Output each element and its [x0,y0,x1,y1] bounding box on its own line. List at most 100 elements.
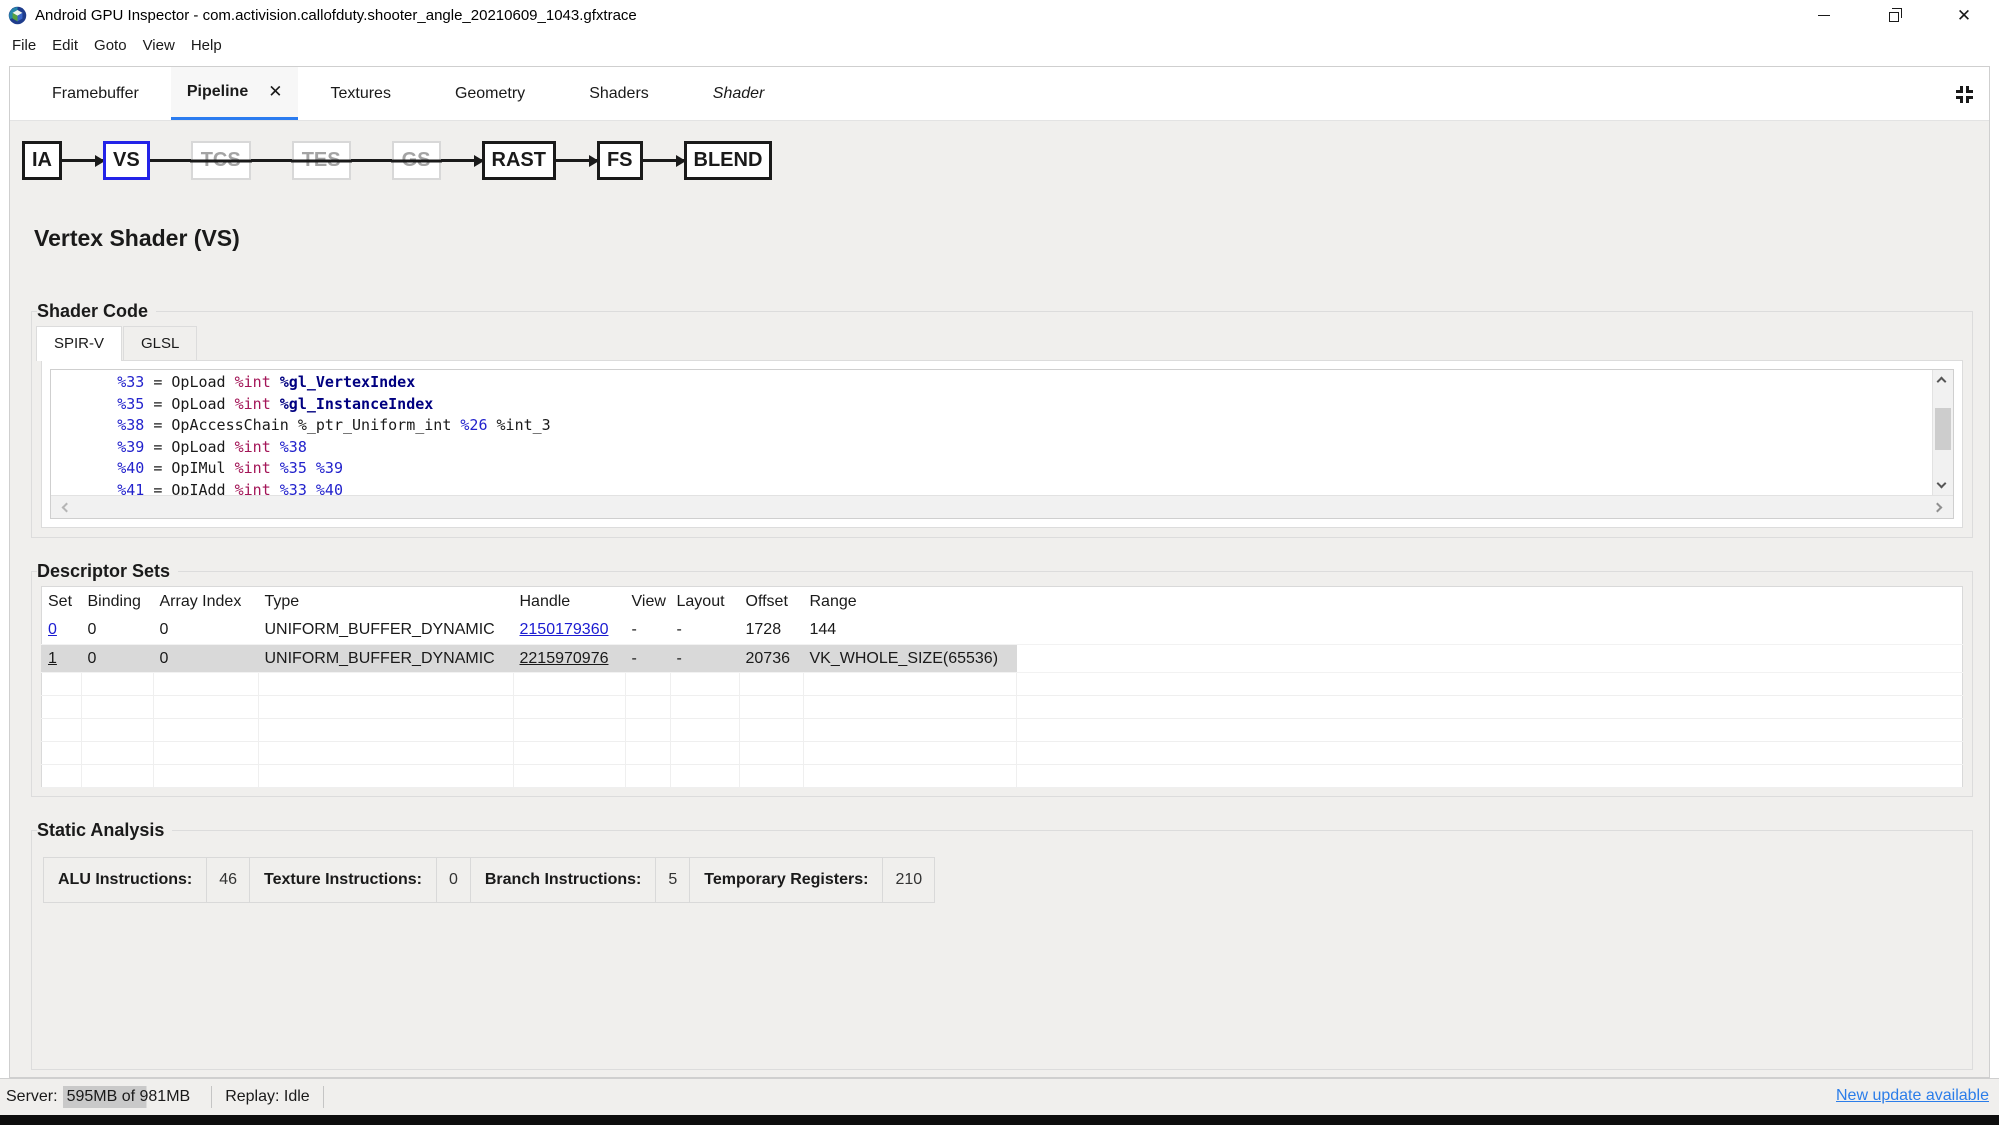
status-separator [211,1086,213,1108]
binding-cell: 0 [81,644,154,673]
shader-lang-tab-spir-v[interactable]: SPIR-V [36,326,123,361]
minimize-button[interactable] [1789,0,1859,30]
pipeline-stage-vs[interactable]: VS [103,141,150,180]
bottom-edge-strip [0,1115,1999,1125]
column-header-offset: Offset [745,592,788,610]
code-line: %40 = OpIMul %int %35 %39 [117,459,343,477]
menu-bar: File Edit Goto View Help [0,30,1999,60]
collapse-panes-icon[interactable] [1956,86,1973,103]
server-label: Server: [6,1088,58,1105]
tab-bar: Framebuffer Pipeline ✕ Textures Geometry Shad… [10,67,1989,121]
stat-label: ALU Instructions: [44,858,208,902]
horizontal-scrollbar[interactable] [51,495,1953,518]
set-link[interactable]: 0 [48,621,57,638]
pipeline-stage-tes[interactable]: TES [291,141,351,180]
menu-item-edit[interactable]: Edit [44,33,86,58]
column-header-array-index: Array Index [159,592,242,610]
descriptor-set-row[interactable]: 0 0 0 UNIFORM_BUFFER_DYNAMIC 2150179360- -172… [41,616,1963,645]
tab-geometry[interactable]: Geometry [423,67,557,120]
static-analysis-section: Static Analysis ALU Instructions: 46 Textu… [31,820,1973,1070]
handle-link[interactable]: 2150179360 [520,621,609,638]
array-index-cell: 0 [153,616,259,645]
status-bar: Server: 595MB of 981MB Replay: Idle New … [0,1078,1999,1115]
pipeline-stage-tcs[interactable]: TCS [190,141,251,180]
window-controls: ✕ [1789,0,1999,30]
stat-label: Temporary Registers: [690,858,884,902]
pipeline-stage-rast[interactable]: RAST [481,141,556,180]
descriptor-sets-section-title: Descriptor Sets [37,561,171,581]
pipeline-stage-blend[interactable]: BLEND [683,141,773,180]
static-analysis-section-title: Static Analysis [37,820,165,840]
code-line: %39 = OpLoad %int %38 [117,437,307,456]
view-cell: - [625,644,671,673]
pipeline-stage-ia[interactable]: IA [22,141,62,180]
vertical-scrollbar[interactable] [1932,370,1953,495]
code-line: %33 = OpLoad %int %gl_VertexIndex [117,373,416,391]
restore-icon [1889,7,1903,22]
handle-cell: 2215970976 [513,644,626,673]
scroll-left-icon[interactable] [61,502,72,513]
pipeline-connector [350,159,392,162]
agi-logo-icon [8,6,27,24]
menu-item-file[interactable]: File [4,33,44,58]
close-button[interactable]: ✕ [1929,0,1999,30]
stat-value: 0 [437,858,471,902]
spirv-code-text[interactable]: %33 = OpLoad %int %gl_VertexIndex %35 = … [51,370,1932,495]
column-header-layout: Layout [676,592,725,610]
stat-value: 5 [656,858,691,902]
scroll-up-icon[interactable] [1936,376,1947,387]
close-icon: ✕ [1956,5,1972,25]
range-cell: 144 [803,616,1017,645]
set-link[interactable]: 1 [48,650,57,667]
descriptor-set-row[interactable]: 1 0 0 UNIFORM_BUFFER_DYNAMIC 2215970976- -207… [41,644,1963,673]
tab-label: Shaders [589,84,649,102]
shader-code-section-title: Shader Code [37,301,149,321]
menu-item-help[interactable]: Help [183,33,230,58]
menu-item-goto[interactable]: Goto [86,33,135,58]
pipeline-connector [149,159,191,162]
filler-cell [1016,616,1963,645]
range-cell: VK_WHOLE_SIZE(65536) [803,644,1017,673]
stat-label: Branch Instructions: [471,858,657,902]
array-index-cell: 0 [153,644,259,673]
pipeline-stage-gs[interactable]: GS [391,141,441,180]
tab-textures[interactable]: Textures [298,67,422,120]
window-title: Android GPU Inspector - com.activision.c… [35,6,637,24]
table-header-row: Set Binding Array Index Type Handle View Layou… [42,587,1963,617]
main-panel: Framebuffer Pipeline ✕ Textures Geometry Shad… [9,66,1990,1078]
app-window: Android GPU Inspector - com.activision.c… [0,0,1999,1125]
tab-framebuffer[interactable]: Framebuffer [20,67,171,120]
tab-pipeline[interactable]: Pipeline ✕ [170,67,299,120]
close-tab-icon[interactable]: ✕ [268,82,282,102]
tab-label: Shader [712,84,765,102]
handle-link[interactable]: 2215970976 [520,650,609,667]
offset-cell: 1728 [739,616,804,645]
pipeline-connector [440,159,482,162]
server-memory-gauge: 595MB of 981MB [62,1086,199,1108]
update-available-link[interactable]: New update available [1836,1087,1989,1105]
stat-value: 46 [207,858,251,902]
tab-shader[interactable]: Shader [681,67,797,120]
empty-table-row [41,764,1963,788]
title-bar: Android GPU Inspector - com.activision.c… [0,0,1999,30]
column-header-type: Type [264,592,300,610]
set-cell: 0 [41,616,82,645]
menu-item-view[interactable]: View [135,33,183,58]
column-header-view: View [631,592,666,610]
vertical-scroll-thumb[interactable] [1935,408,1951,450]
empty-table-row [41,695,1963,719]
pipeline-stage-fs[interactable]: FS [596,141,643,180]
descriptor-sets-table: Set Binding Array Index Type Handle View Layou… [41,586,1963,788]
restore-button[interactable] [1859,0,1929,30]
column-header-handle: Handle [519,592,571,610]
shader-lang-tab-glsl[interactable]: GLSL [123,326,198,360]
tab-shaders[interactable]: Shaders [557,67,681,120]
stat-label: Texture Instructions: [250,858,437,902]
tab-label: Pipeline [186,83,249,100]
scroll-right-icon[interactable] [1932,502,1943,513]
scroll-down-icon[interactable] [1936,478,1947,489]
pipeline-connector [555,159,597,162]
status-separator [322,1086,324,1108]
filler-cell [1016,644,1963,673]
tab-label: Framebuffer [52,84,139,102]
